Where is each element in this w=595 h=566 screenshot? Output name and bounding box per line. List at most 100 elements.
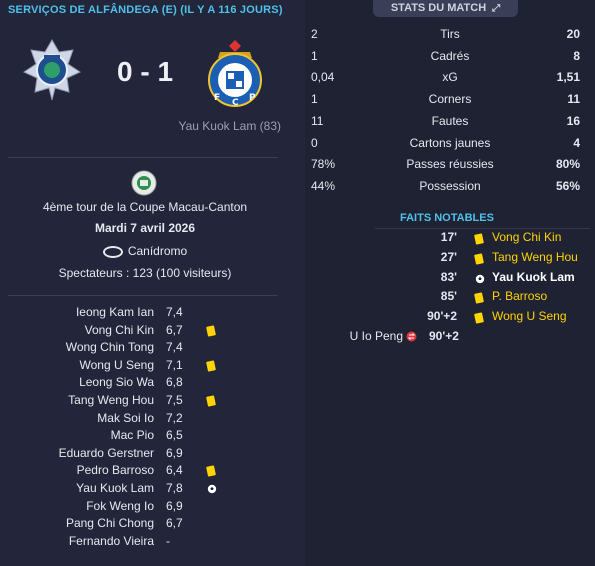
yellow-card-icon: [474, 253, 484, 265]
player-rating-row[interactable]: Vong Chi Kin 6,7: [0, 323, 300, 340]
stat-away-value: 1,51: [556, 70, 580, 85]
player-rating-row[interactable]: Fernando Vieira -: [0, 534, 300, 551]
player-rating: 7,1: [166, 357, 183, 372]
player-name[interactable]: Yau Kuok Lam: [76, 481, 154, 495]
event-player[interactable]: Wong U Seng: [492, 309, 567, 323]
player-rating: -: [166, 533, 170, 548]
player-rating: 6,9: [166, 445, 183, 460]
player-rating-row[interactable]: Tang Weng Hou 7,5: [0, 393, 300, 410]
player-rating: 6,5: [166, 428, 183, 443]
notable-event-row[interactable]: 90'+2 Wong U Seng: [305, 309, 595, 327]
player-name[interactable]: Fernando Vieira: [69, 534, 154, 548]
notable-event-row[interactable]: 83' Yau Kuok Lam: [305, 270, 595, 288]
event-minute: 83': [440, 269, 457, 284]
event-minute: 90'+2: [429, 329, 459, 343]
notable-event-row[interactable]: U Io Peng 90'+2: [305, 329, 595, 347]
stat-row: 1 Corners 11: [305, 92, 595, 112]
venue-line: Canídromo: [0, 244, 290, 258]
home-team-crest[interactable]: [22, 38, 82, 102]
substitution-icon: [406, 331, 417, 342]
player-rating-row[interactable]: Wong U Seng 7,1: [0, 358, 300, 375]
player-name[interactable]: Pang Chi Chong: [66, 516, 154, 530]
player-rating-row[interactable]: Leong Sio Wa 6,8: [0, 375, 300, 392]
event-player[interactable]: P. Barroso: [492, 289, 547, 303]
event-icon-holder: [474, 253, 484, 267]
stat-away-value: 20: [566, 27, 580, 41]
event-icon-holder: [206, 324, 216, 339]
notable-event-row[interactable]: 27' Tang Weng Hou: [305, 250, 595, 268]
stats-title: STATS DU MATCH: [390, 2, 487, 14]
notable-event-row[interactable]: 85' P. Barroso: [305, 289, 595, 307]
yellow-card-icon: [206, 360, 216, 372]
event-icon-holder: [474, 233, 484, 247]
venue-name: Canídromo: [127, 244, 188, 258]
player-rating-row[interactable]: Ieong Kam Ian 7,4: [0, 305, 300, 322]
stats-tab[interactable]: STATS DU MATCH ⤢: [373, 0, 518, 17]
stat-away-value: 11: [567, 92, 580, 107]
event-icon-holder: [475, 273, 485, 287]
expand-icon[interactable]: ⤢: [492, 1, 500, 17]
stat-row: 44% Possession 56%: [305, 179, 595, 199]
event-player[interactable]: U Io Peng: [350, 329, 403, 343]
event-minute: 17': [440, 230, 457, 244]
event-player[interactable]: Tang Weng Hou: [492, 250, 578, 264]
player-rating-row[interactable]: Fok Weng Io 6,9: [0, 499, 300, 516]
player-name[interactable]: Eduardo Gerstner: [59, 446, 154, 460]
player-rating: 7,8: [166, 481, 183, 495]
stadium-icon: [102, 245, 123, 258]
event-icon-holder: [206, 465, 216, 479]
stat-label: Corners: [428, 92, 472, 107]
yellow-card-icon: [206, 395, 216, 407]
player-name[interactable]: Pedro Barroso: [77, 463, 154, 477]
player-rating: 6,7: [166, 322, 183, 337]
player-name[interactable]: Wong Chin Tong: [66, 340, 154, 354]
stat-row: 1 Cadrés 8: [305, 49, 595, 69]
event-player[interactable]: Vong Chi Kin: [492, 230, 561, 244]
player-rating: 7,2: [166, 410, 183, 425]
stat-away-value: 56%: [555, 178, 580, 193]
stat-away-value: 4: [573, 135, 580, 150]
goal-icon: [475, 273, 485, 284]
competition-logo[interactable]: [131, 170, 157, 196]
match-header[interactable]: SERVIÇOS DE ALFÂNDEGA (E) (IL Y A 116 JO…: [8, 4, 283, 16]
player-name[interactable]: Fok Weng Io: [86, 499, 154, 513]
stat-label: xG: [442, 70, 458, 85]
yellow-card-icon: [474, 292, 484, 305]
stat-label: Tirs: [440, 27, 460, 41]
notable-event-row[interactable]: 17' Vong Chi Kin: [305, 230, 595, 248]
player-name[interactable]: Vong Chi Kin: [85, 323, 154, 337]
event-player[interactable]: Yau Kuok Lam: [492, 270, 575, 284]
player-name[interactable]: Mak Soi Io: [97, 411, 154, 425]
competition-round: 4ème tour de la Coupe Macau-Canton: [42, 200, 248, 214]
event-icon-holder: [206, 360, 216, 374]
stat-label: Cartons jaunes: [409, 135, 491, 150]
player-rating-row[interactable]: Pang Chi Chong 6,7: [0, 516, 300, 533]
player-name[interactable]: Wong U Seng: [80, 358, 155, 372]
player-rating: 7,5: [166, 393, 183, 407]
player-rating-row[interactable]: Pedro Barroso 6,4: [0, 463, 300, 480]
notable-events-title: FAITS NOTABLES: [400, 212, 494, 224]
player-name[interactable]: Mac Pio: [111, 428, 154, 442]
player-rating-row[interactable]: Mac Pio 6,5: [0, 428, 300, 445]
stat-label: Cadrés: [430, 48, 470, 63]
divider: [8, 295, 278, 296]
player-rating-row[interactable]: Mak Soi Io 7,2: [0, 411, 300, 428]
stat-row: 11 Fautes 16: [305, 114, 595, 134]
player-rating-row[interactable]: Yau Kuok Lam 7,8: [0, 481, 300, 498]
player-rating: 6,4: [166, 463, 183, 478]
player-rating-row[interactable]: Eduardo Gerstner 6,9: [0, 446, 300, 463]
player-rating-row[interactable]: Wong Chin Tong 7,4: [0, 340, 300, 357]
stat-row: 0 Cartons jaunes 4: [305, 136, 595, 156]
stat-label: Possession: [419, 178, 481, 193]
player-name[interactable]: Ieong Kam Ian: [76, 305, 154, 319]
event-icon-holder: [474, 292, 484, 306]
event-minute: 27': [440, 249, 457, 264]
player-rating: 7,4: [166, 340, 183, 355]
event-icon-holder: [206, 395, 216, 409]
away-team-crest[interactable]: F C P: [206, 38, 264, 108]
player-name[interactable]: Leong Sio Wa: [79, 375, 154, 389]
stat-row: 78% Passes réussies 80%: [305, 157, 595, 177]
player-name[interactable]: Tang Weng Hou: [68, 393, 154, 407]
stat-label: Fautes: [431, 113, 469, 128]
svg-text:C: C: [232, 98, 239, 108]
